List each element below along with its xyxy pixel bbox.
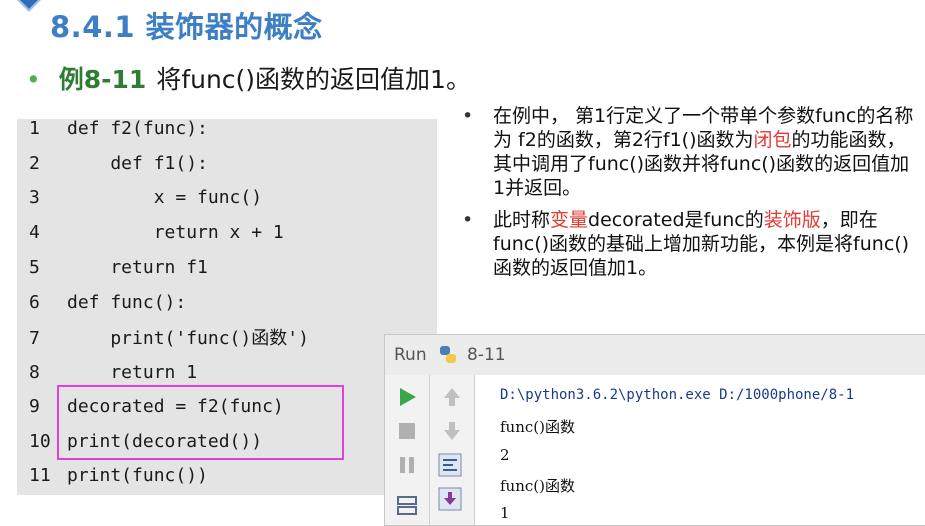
- note-text: decorated是func的: [588, 209, 764, 231]
- notes-list: • 在例中， 第1行定义了一个带单个参数func的名称为 f2的函数，第2行f1…: [460, 104, 920, 288]
- soft-wrap-icon[interactable]: [438, 453, 462, 477]
- note-item: • 在例中， 第1行定义了一个带单个参数func的名称为 f2的函数，第2行f1…: [460, 104, 920, 200]
- code-line: 2 def f1():: [17, 147, 208, 181]
- code-line: 1 def f2(func):: [17, 112, 208, 146]
- code-line: 3 x = func(): [17, 181, 262, 215]
- example-heading: • 例8-11 将func()函数的返回值加1。: [26, 60, 471, 96]
- run-toolbar-primary: [385, 375, 430, 525]
- code-highlight-box: [57, 385, 344, 460]
- arrow-down-icon[interactable]: [440, 419, 464, 443]
- bullet-marker: •: [462, 105, 474, 127]
- run-toolbar-secondary: [430, 375, 475, 525]
- console-output-line: D:\python3.6.2\python.exe D:/1000phone/8…: [500, 387, 855, 403]
- scroll-to-end-icon[interactable]: [438, 487, 462, 511]
- code-line: 11 print(func()): [17, 459, 208, 493]
- line-number: 6: [29, 292, 40, 313]
- code-text: def f2(func):: [67, 118, 208, 139]
- note-item: • 此时称变量decorated是func的装饰版，即在func()函数的基础上…: [460, 208, 920, 280]
- bullet-marker: •: [462, 209, 474, 231]
- note-emphasis: 变量: [550, 209, 589, 231]
- console-output-line: 2: [500, 446, 510, 464]
- note-emphasis: 闭包: [753, 129, 792, 151]
- python-icon: [440, 346, 456, 363]
- line-number: 4: [29, 222, 40, 243]
- pause-icon[interactable]: [395, 453, 419, 477]
- note-emphasis: 装饰版: [763, 209, 821, 231]
- layout-icon[interactable]: [395, 493, 419, 517]
- run-panel-header: Run 8-11: [385, 335, 925, 375]
- console-output-line: func()函数: [500, 418, 575, 436]
- console-output-line: 1: [500, 504, 510, 522]
- run-play-icon[interactable]: [395, 385, 419, 409]
- code-text: return x + 1: [67, 222, 284, 243]
- code-text: def f1():: [67, 153, 208, 174]
- title-decoration: [16, 0, 42, 12]
- code-line: 7 print('func()函数'): [17, 322, 309, 356]
- line-number: 2: [29, 153, 40, 174]
- stop-icon[interactable]: [395, 419, 419, 443]
- code-text: return f1: [67, 257, 208, 278]
- line-number: 7: [29, 328, 40, 349]
- code-text: x = func(): [67, 187, 263, 208]
- example-number: 例8-11: [58, 65, 147, 94]
- code-text: print(func()): [67, 465, 208, 486]
- line-number: 5: [29, 257, 40, 278]
- code-line: 4 return x + 1: [17, 216, 284, 250]
- run-tab-label[interactable]: Run: [394, 345, 427, 365]
- code-text: def func():: [67, 292, 187, 313]
- run-panel: Run 8-11 D:\python3.6.2\python.exe D:/10…: [384, 334, 925, 526]
- code-text: return 1: [67, 362, 198, 383]
- code-line: 6 def func():: [17, 286, 186, 320]
- console-output-line: func()函数: [500, 477, 575, 495]
- line-number: 1: [29, 118, 40, 139]
- line-number: 11: [29, 465, 51, 486]
- run-config-name: 8-11: [467, 345, 506, 365]
- line-number: 3: [29, 187, 40, 208]
- code-text: print('func()函数'): [67, 328, 309, 349]
- bullet-marker: •: [26, 65, 41, 94]
- code-line: 5 return f1: [17, 251, 208, 285]
- arrow-up-icon[interactable]: [440, 385, 464, 409]
- slide-title: 8.4.1 装饰器的概念: [50, 10, 323, 44]
- note-text: 此时称: [493, 209, 551, 231]
- example-description: 将func()函数的返回值加1。: [156, 65, 471, 94]
